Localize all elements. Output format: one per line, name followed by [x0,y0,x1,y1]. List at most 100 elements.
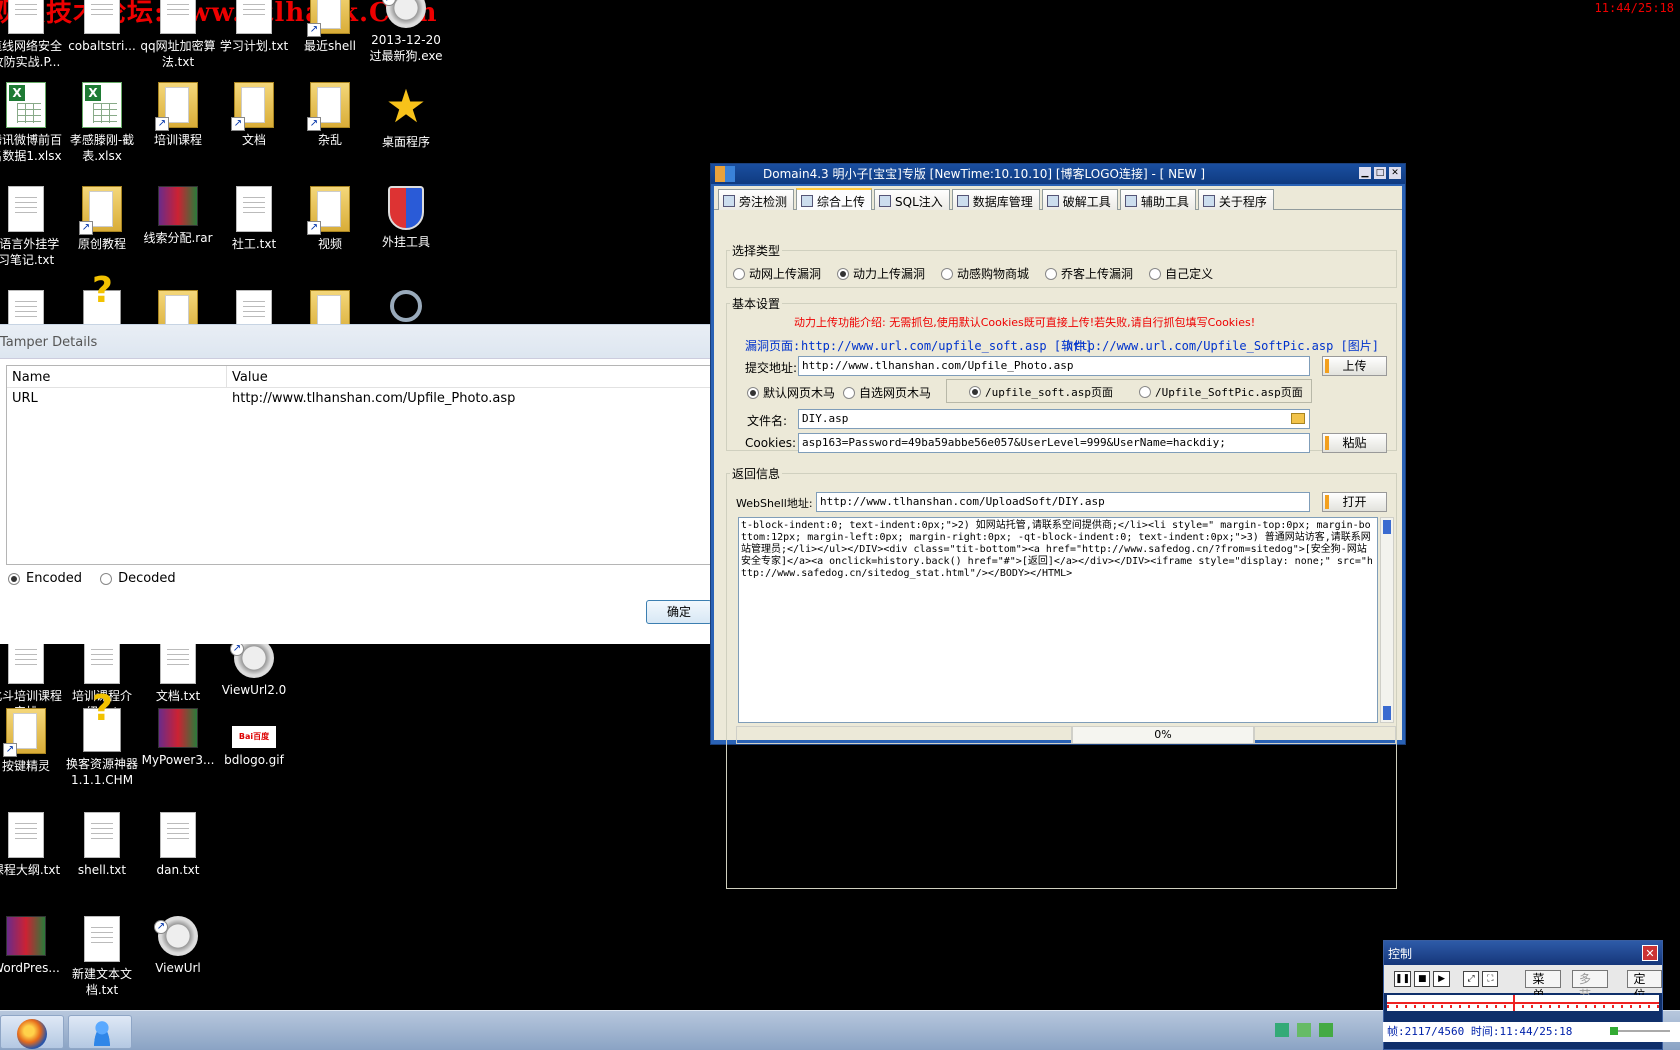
network-icon[interactable] [1275,1023,1289,1037]
decoded-radio[interactable]: Decoded [100,571,176,586]
desktop-icon[interactable]: ViewUrl [140,916,216,976]
vuln-link-soft[interactable]: http://www.url.com/upfile_soft.asp [软件] [801,337,1092,354]
desktop-icon[interactable]: ★ 桌面程序 [368,82,444,150]
pause-icon[interactable]: ❚❚ [1394,971,1412,987]
desktop-icon[interactable]: 视频 [292,186,368,252]
page-radio-soft[interactable]: /upfile_soft.asp页面 [969,384,1113,400]
tab-label: 关于程序 [1218,194,1267,209]
arrow-icon[interactable] [1297,1023,1311,1037]
type-radio-qiaoke[interactable]: 乔客上传漏洞 [1045,265,1133,282]
tab-database[interactable]: 数据库管理 [951,189,1040,210]
desktop-icon[interactable]: 文档.txt [140,638,216,704]
desktop-icon[interactable]: ViewUrl2.0 [216,638,292,698]
desktop-icon[interactable]: shell.txt [64,812,140,878]
timeline-thumb[interactable] [1513,995,1515,1011]
fit-icon[interactable]: ⤢ [1462,971,1480,987]
control-toolbar: ❚❚ ■ ▶ ⤢ ⛶ 菜单 多节 定位 [1384,965,1663,1002]
default-horse-radio[interactable]: 默认网页木马 [747,384,835,401]
desktop-icon[interactable]: 社工.txt [216,186,292,252]
doc-file-icon [160,0,196,34]
fullscreen-icon[interactable]: ⛶ [1482,971,1499,987]
tab-sql-injection[interactable]: SQL注入 [874,189,950,210]
window-titlebar[interactable]: Domain4.3 明小子[宝宝]专版 [NewTime:10.10.10] [… [711,164,1405,184]
desktop-icon[interactable]: 课程大纲.txt [0,812,64,878]
filename-input[interactable]: DIY.asp [798,409,1310,429]
upload-button[interactable]: 上传 [1322,356,1387,376]
tab-about[interactable]: 关于程序 [1197,189,1274,210]
desktop-icon[interactable]: 学习计划.txt [216,0,292,54]
column-header-name[interactable]: Name [7,366,227,387]
submit-url-input[interactable]: http://www.tlhanshan.com/Upfile_Photo.as… [798,356,1310,376]
shield-file-icon [388,186,424,230]
desktop-icon-label: 线索分配.rar [143,231,213,245]
stop-icon[interactable]: ■ [1414,971,1431,987]
desktop-icon[interactable]: 文档 [216,82,292,148]
desktop-icon[interactable] [368,290,444,326]
menu-button[interactable]: 菜单 [1525,970,1561,1002]
encoded-label: Encoded [26,571,83,586]
firefox-taskbar-button[interactable] [0,1015,64,1049]
type-radio-custom[interactable]: 自己定义 [1149,265,1213,282]
folder-file-icon [79,186,122,235]
tab-aux-tools[interactable]: 辅助工具 [1119,189,1196,210]
type-radio-dongli[interactable]: 动力上传漏洞 [837,265,925,282]
desktop-icon[interactable]: 培训课程 [140,82,216,148]
desktop-icon[interactable]: WordPres... [0,916,64,976]
table-row[interactable]: URL http://www.tlhanshan.com/Upfile_Phot… [7,388,711,410]
desktop-icon[interactable]: dan.txt [140,812,216,878]
desktop-icon[interactable]: 孝感滕刚-截表.xlsx [64,82,140,164]
response-scrollbar[interactable] [1380,517,1394,723]
desktop-icon[interactable]: 2013-12-20过最新狗.exe [368,0,444,64]
desktop-icon[interactable]: cobaltstri... [64,0,140,54]
vuln-link-softpic[interactable]: http://www.url.com/Upfile_SoftPic.asp [图… [1066,337,1379,354]
tab-upload[interactable]: 综合上传 [796,188,873,210]
close-icon[interactable]: ✕ [1389,167,1401,179]
paste-button[interactable]: 粘贴 [1322,433,1387,453]
play-icon[interactable]: ▶ [1433,971,1450,987]
desktop-icon[interactable]: 最近shell [292,0,368,54]
column-header-value[interactable]: Value [227,366,711,387]
minimize-icon[interactable]: ▁ [1359,167,1371,179]
webshell-url-input[interactable]: http://www.tlhanshan.com/UploadSoft/DIY.… [816,492,1310,512]
response-textarea[interactable]: t-block-indent:0; text-indent:0px;">2) 如… [738,517,1378,723]
user-taskbar-button[interactable] [68,1015,132,1049]
page-radio-softpic[interactable]: /Upfile_SoftPic.asp页面 [1138,384,1303,400]
desktop-icon[interactable]: 线索分配.rar [140,186,216,246]
desktop-icon[interactable]: 杂乱 [292,82,368,148]
desktop-icon[interactable]: 原创教程 [64,186,140,252]
radio-label: 动感购物商城 [957,267,1030,281]
tab-side-scan[interactable]: 旁注检测 [718,189,795,210]
control-titlebar[interactable]: 控制 ✕ [1384,941,1662,965]
desktop-icon[interactable]: Bai百度 bdlogo.gif [216,708,292,768]
desktop-icon[interactable]: qq网址加密算法.txt [140,0,216,70]
folder-file-icon [307,0,350,37]
tab-crack-tools[interactable]: 破解工具 [1041,189,1118,210]
desktop-icon[interactable]: c语言外挂学习笔记.txt [0,186,64,268]
desktop-icon[interactable]: 外挂工具 [368,186,444,250]
desktop-icon[interactable]: MyPower3... [140,708,216,768]
playback-timeline[interactable] [1387,995,1659,1011]
desktop-icon[interactable]: 新建文本文档.txt [64,916,140,998]
desktop-icon[interactable]: 按键精灵 [0,708,64,774]
ok-button[interactable]: 确定 [646,600,712,624]
desktop-icon[interactable]: 换客资源神器1.1.1.CHM [64,701,140,788]
window-controls: ▁ □ ✕ [1359,167,1401,179]
custom-horse-radio[interactable]: 自选网页木马 [843,384,931,401]
cookies-input[interactable]: asp163=Password=49ba59abbe56e057&UserLev… [798,433,1310,453]
maximize-icon[interactable]: □ [1374,167,1386,179]
type-radio-donggan[interactable]: 动感购物商城 [941,265,1029,282]
monitor-icon[interactable] [1319,1023,1333,1037]
firefox-icon [17,1019,47,1049]
status-cell [1254,726,1396,744]
type-radio-dongwang[interactable]: 动网上传漏洞 [733,265,821,282]
encoded-radio[interactable]: Encoded [8,571,82,586]
close-icon[interactable]: ✕ [1642,945,1658,961]
doc-file-icon [8,638,44,684]
volume-slider[interactable] [1610,1027,1670,1035]
desktop-icon-label: shell.txt [77,863,127,877]
open-button[interactable]: 打开 [1322,492,1387,512]
locate-button[interactable]: 定位 [1626,970,1663,1002]
desktop-icon[interactable]: 揽线网络安全攻防实战.P... [0,0,64,70]
desktop-icon[interactable]: 腾讯微博前百名数据1.xlsx [0,82,64,164]
folder-icon[interactable] [1291,413,1305,424]
